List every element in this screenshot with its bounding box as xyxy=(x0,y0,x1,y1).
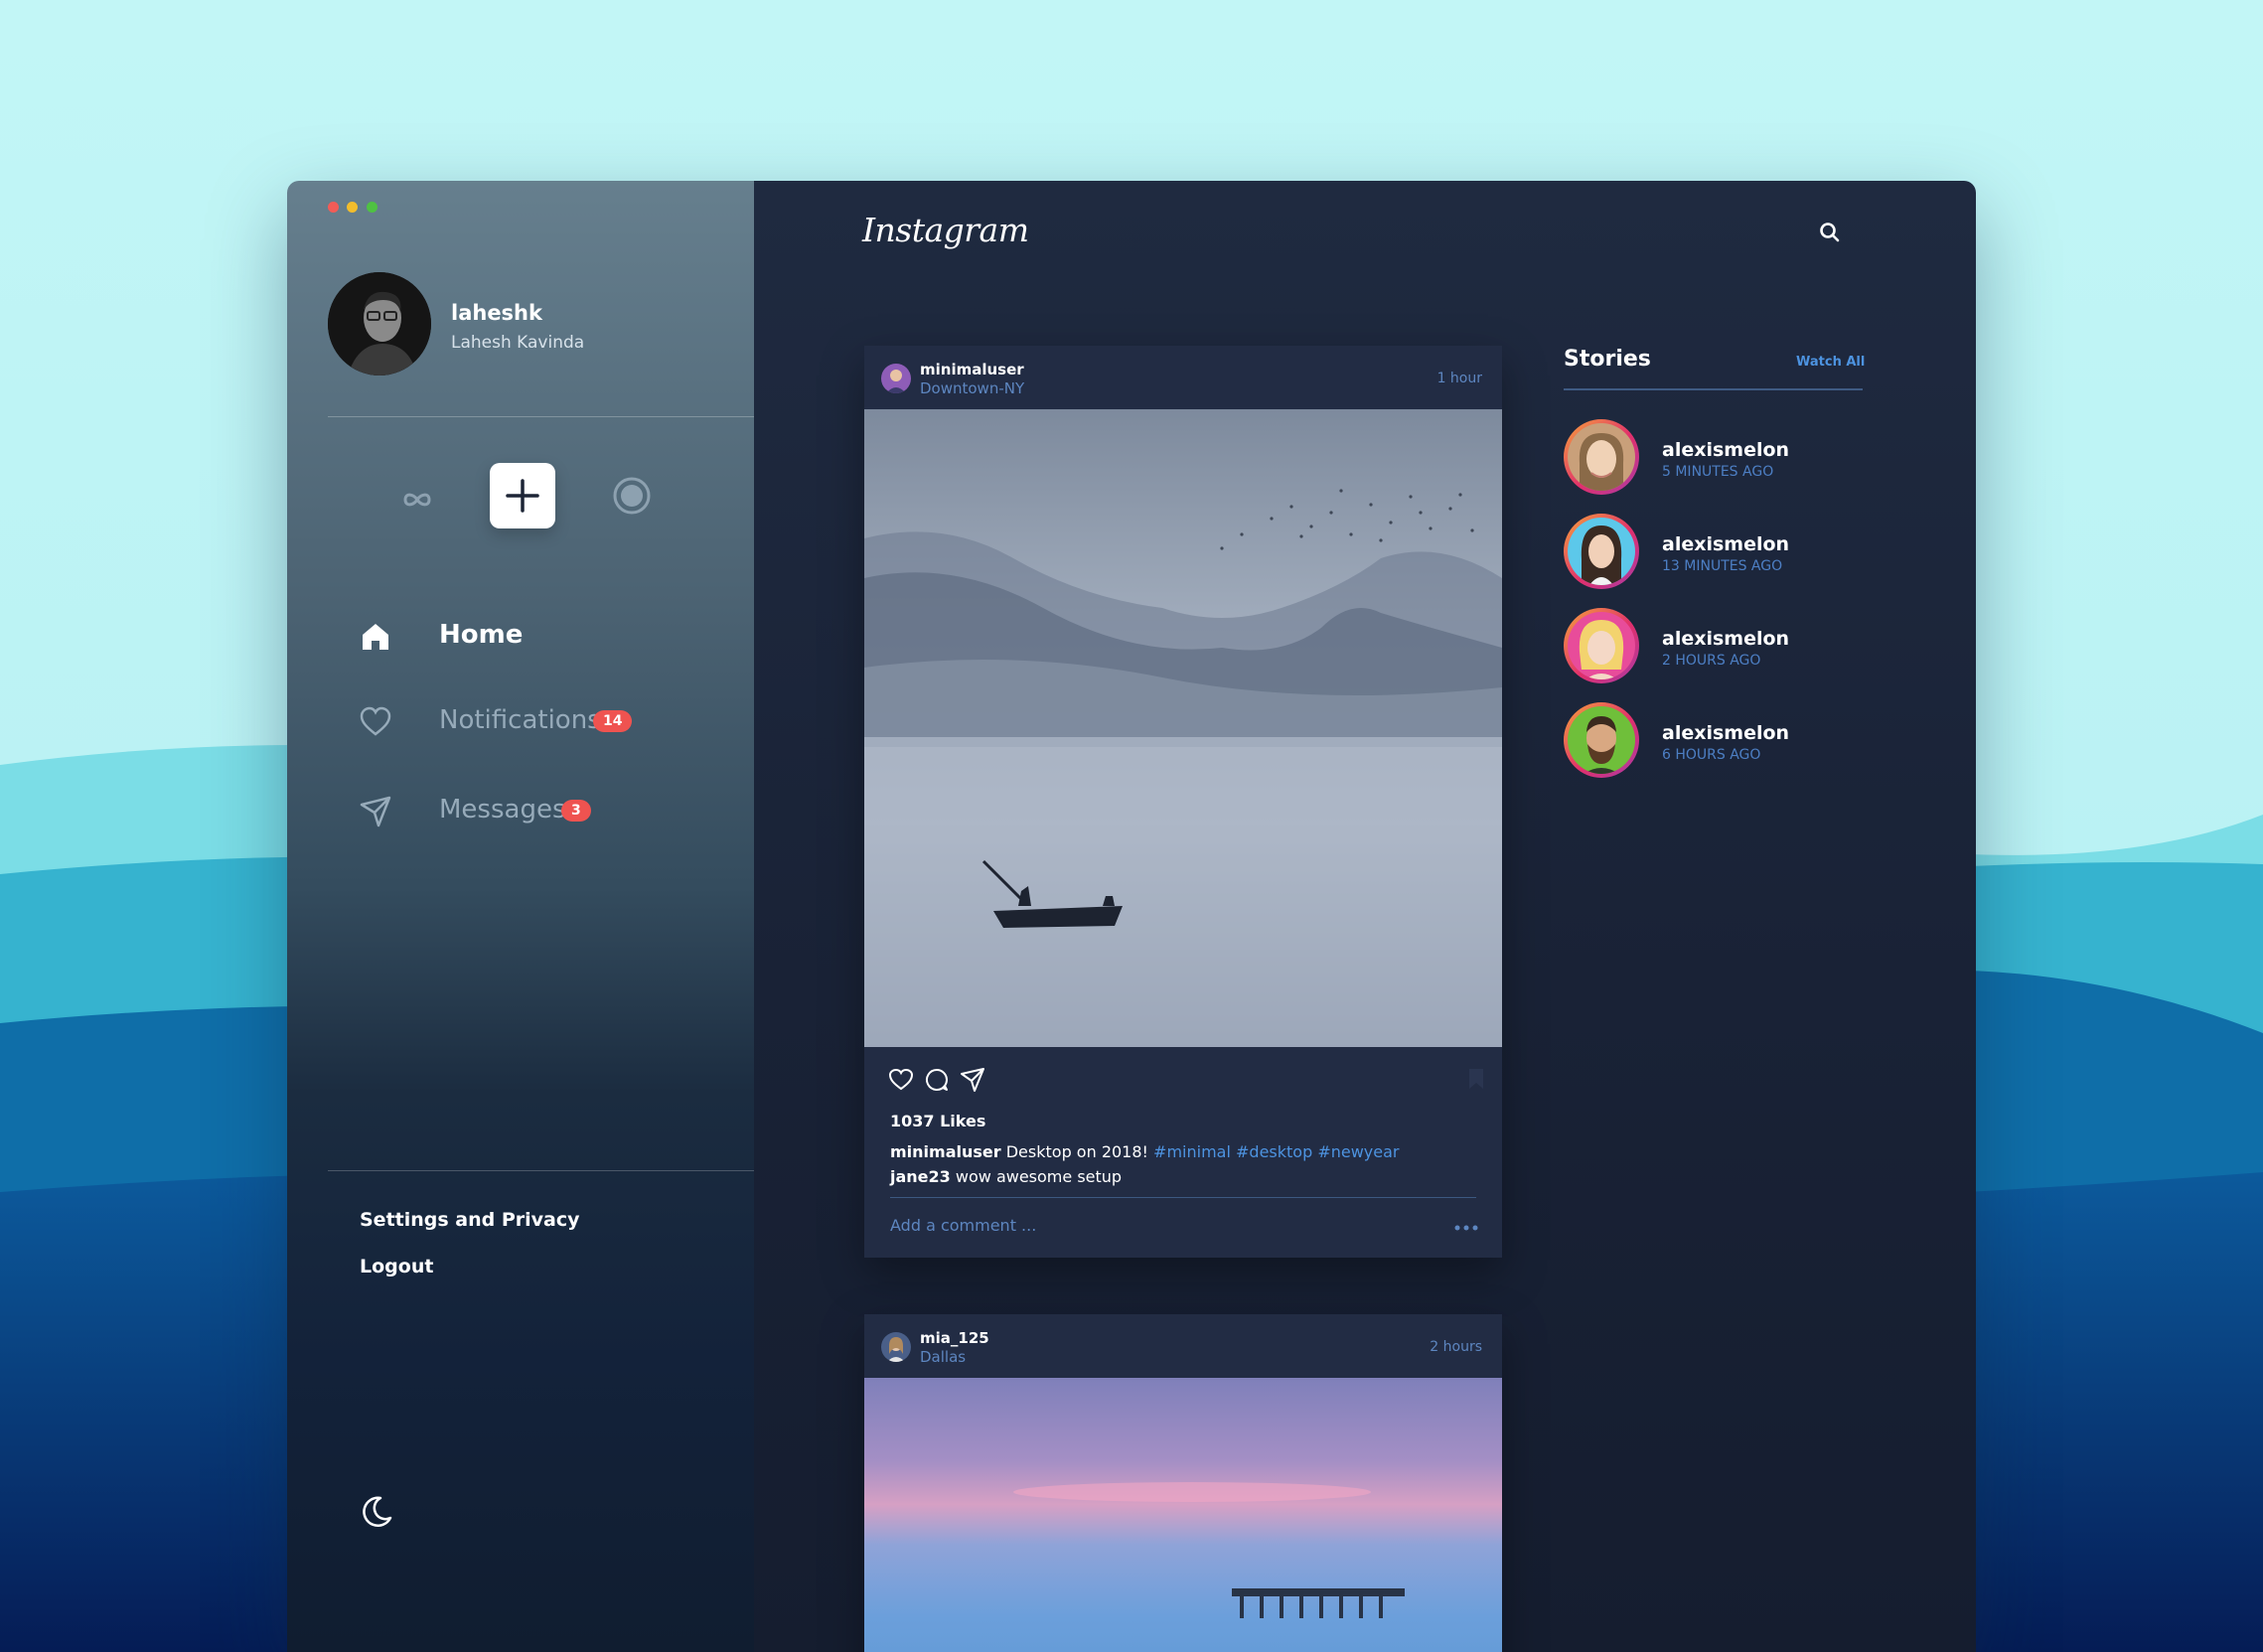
story-avatar-image xyxy=(1568,518,1635,585)
story-avatar-image xyxy=(1568,706,1635,774)
divider xyxy=(328,416,754,417)
post-time: 2 hours xyxy=(1430,1339,1482,1355)
story-time: 2 HOURS AGO xyxy=(1662,653,1761,669)
divider xyxy=(890,1197,1476,1198)
bookmark-icon[interactable] xyxy=(1467,1067,1485,1091)
nav-home-label: Home xyxy=(439,620,524,650)
divider xyxy=(328,1170,754,1171)
story-item[interactable]: alexismelon 2 HOURS AGO xyxy=(1564,608,1872,687)
user-avatar-image xyxy=(881,1332,911,1362)
user-avatar-image xyxy=(881,364,911,393)
home-icon xyxy=(363,624,388,650)
post-card: mia_125 Dallas 2 hours xyxy=(864,1314,1502,1652)
nav-notifications-label: Notifications xyxy=(439,705,601,735)
post-image[interactable] xyxy=(864,409,1502,1047)
nav-messages-label: Messages xyxy=(439,795,566,825)
likes-count[interactable]: 1037 Likes xyxy=(890,1112,985,1130)
post-caption: minimaluser Desktop on 2018! #minimal #d… xyxy=(890,1142,1400,1161)
story-avatar-image xyxy=(1568,423,1635,491)
plus-icon xyxy=(506,479,539,513)
like-icon[interactable] xyxy=(888,1067,914,1093)
app-window: laheshk Lahesh Kavinda Home Notification… xyxy=(287,181,1976,1652)
story-avatar xyxy=(1568,423,1635,491)
story-avatar xyxy=(1568,612,1635,679)
post-image[interactable] xyxy=(864,1378,1502,1652)
story-avatar xyxy=(1568,706,1635,774)
search-icon[interactable] xyxy=(1818,221,1842,244)
story-item[interactable]: alexismelon 6 HOURS AGO xyxy=(1564,702,1872,782)
nav-messages[interactable]: Messages 3 xyxy=(359,787,657,834)
story-ring xyxy=(1564,608,1639,683)
story-ring xyxy=(1564,419,1639,495)
post-comment: jane23 wow awesome setup xyxy=(890,1167,1122,1186)
hashtag[interactable]: #minimal xyxy=(1153,1142,1231,1161)
window-minimize-button[interactable] xyxy=(347,202,358,213)
story-ring xyxy=(1564,514,1639,589)
post-avatar[interactable] xyxy=(881,1332,911,1362)
moon-icon[interactable] xyxy=(359,1494,394,1530)
caption-text: Desktop on 2018! xyxy=(1005,1142,1148,1161)
profile-avatar[interactable] xyxy=(328,272,431,375)
heart-icon xyxy=(360,706,391,736)
post-username[interactable]: minimaluser xyxy=(920,361,1024,378)
logout-link[interactable]: Logout xyxy=(360,1256,433,1277)
nav-home[interactable]: Home xyxy=(359,612,657,660)
profile-photo xyxy=(328,272,431,375)
divider xyxy=(1564,388,1863,390)
comment-text: wow awesome setup xyxy=(955,1167,1123,1186)
share-icon[interactable] xyxy=(960,1067,985,1093)
notifications-badge: 14 xyxy=(593,710,633,732)
post-location[interactable]: Downtown-NY xyxy=(920,379,1024,397)
infinity-icon xyxy=(403,493,431,507)
story-username: alexismelon xyxy=(1662,722,1790,744)
hashtag[interactable]: #desktop xyxy=(1236,1142,1312,1161)
post-header: mia_125 Dallas 2 hours xyxy=(864,1314,1502,1378)
story-ring xyxy=(1564,702,1639,778)
post-card: minimaluser Downtown-NY 1 hour 1037 Like… xyxy=(864,346,1502,1258)
post-username[interactable]: mia_125 xyxy=(920,1329,989,1347)
caption-username[interactable]: minimaluser xyxy=(890,1142,1001,1161)
stories-title: Stories xyxy=(1564,347,1651,372)
story-time: 5 MINUTES AGO xyxy=(1662,464,1774,480)
main-feed: Instagram minimaluser Downtown-NY 1 hour xyxy=(754,181,1976,1652)
story-item[interactable]: alexismelon 5 MINUTES AGO xyxy=(1564,419,1872,499)
story-item[interactable]: alexismelon 13 MINUTES AGO xyxy=(1564,514,1872,593)
new-post-button[interactable] xyxy=(490,463,555,528)
window-close-button[interactable] xyxy=(328,202,339,213)
story-username: alexismelon xyxy=(1662,628,1790,650)
messages-badge: 3 xyxy=(561,800,591,822)
instagram-logo[interactable]: Instagram xyxy=(862,211,1029,249)
profile-full-name: Lahesh Kavinda xyxy=(451,333,585,353)
add-comment-input[interactable]: Add a comment ... xyxy=(890,1216,1036,1235)
post-time: 1 hour xyxy=(1436,371,1482,386)
live-button[interactable] xyxy=(611,475,653,517)
nav-notifications[interactable]: Notifications 14 xyxy=(359,697,657,745)
record-icon xyxy=(613,477,651,515)
send-icon xyxy=(360,796,391,827)
story-username: alexismelon xyxy=(1662,533,1790,555)
watch-all-link[interactable]: Watch All xyxy=(1796,355,1865,370)
profile-username[interactable]: laheshk xyxy=(451,301,542,325)
settings-link[interactable]: Settings and Privacy xyxy=(360,1209,580,1231)
boomerang-button[interactable] xyxy=(396,479,438,521)
story-avatar xyxy=(1568,518,1635,585)
post-header: minimaluser Downtown-NY 1 hour xyxy=(864,346,1502,409)
story-username: alexismelon xyxy=(1662,439,1790,461)
post-avatar[interactable] xyxy=(881,364,911,393)
story-time: 13 MINUTES AGO xyxy=(1662,558,1783,574)
story-avatar-image xyxy=(1568,612,1635,679)
sidebar: laheshk Lahesh Kavinda Home Notification… xyxy=(287,181,754,1652)
comment-icon[interactable] xyxy=(924,1067,950,1093)
story-time: 6 HOURS AGO xyxy=(1662,747,1761,763)
comment-username[interactable]: jane23 xyxy=(890,1167,951,1186)
window-zoom-button[interactable] xyxy=(367,202,377,213)
post-location[interactable]: Dallas xyxy=(920,1348,966,1366)
more-options-icon[interactable] xyxy=(1453,1224,1479,1232)
hashtag[interactable]: #newyear xyxy=(1317,1142,1399,1161)
